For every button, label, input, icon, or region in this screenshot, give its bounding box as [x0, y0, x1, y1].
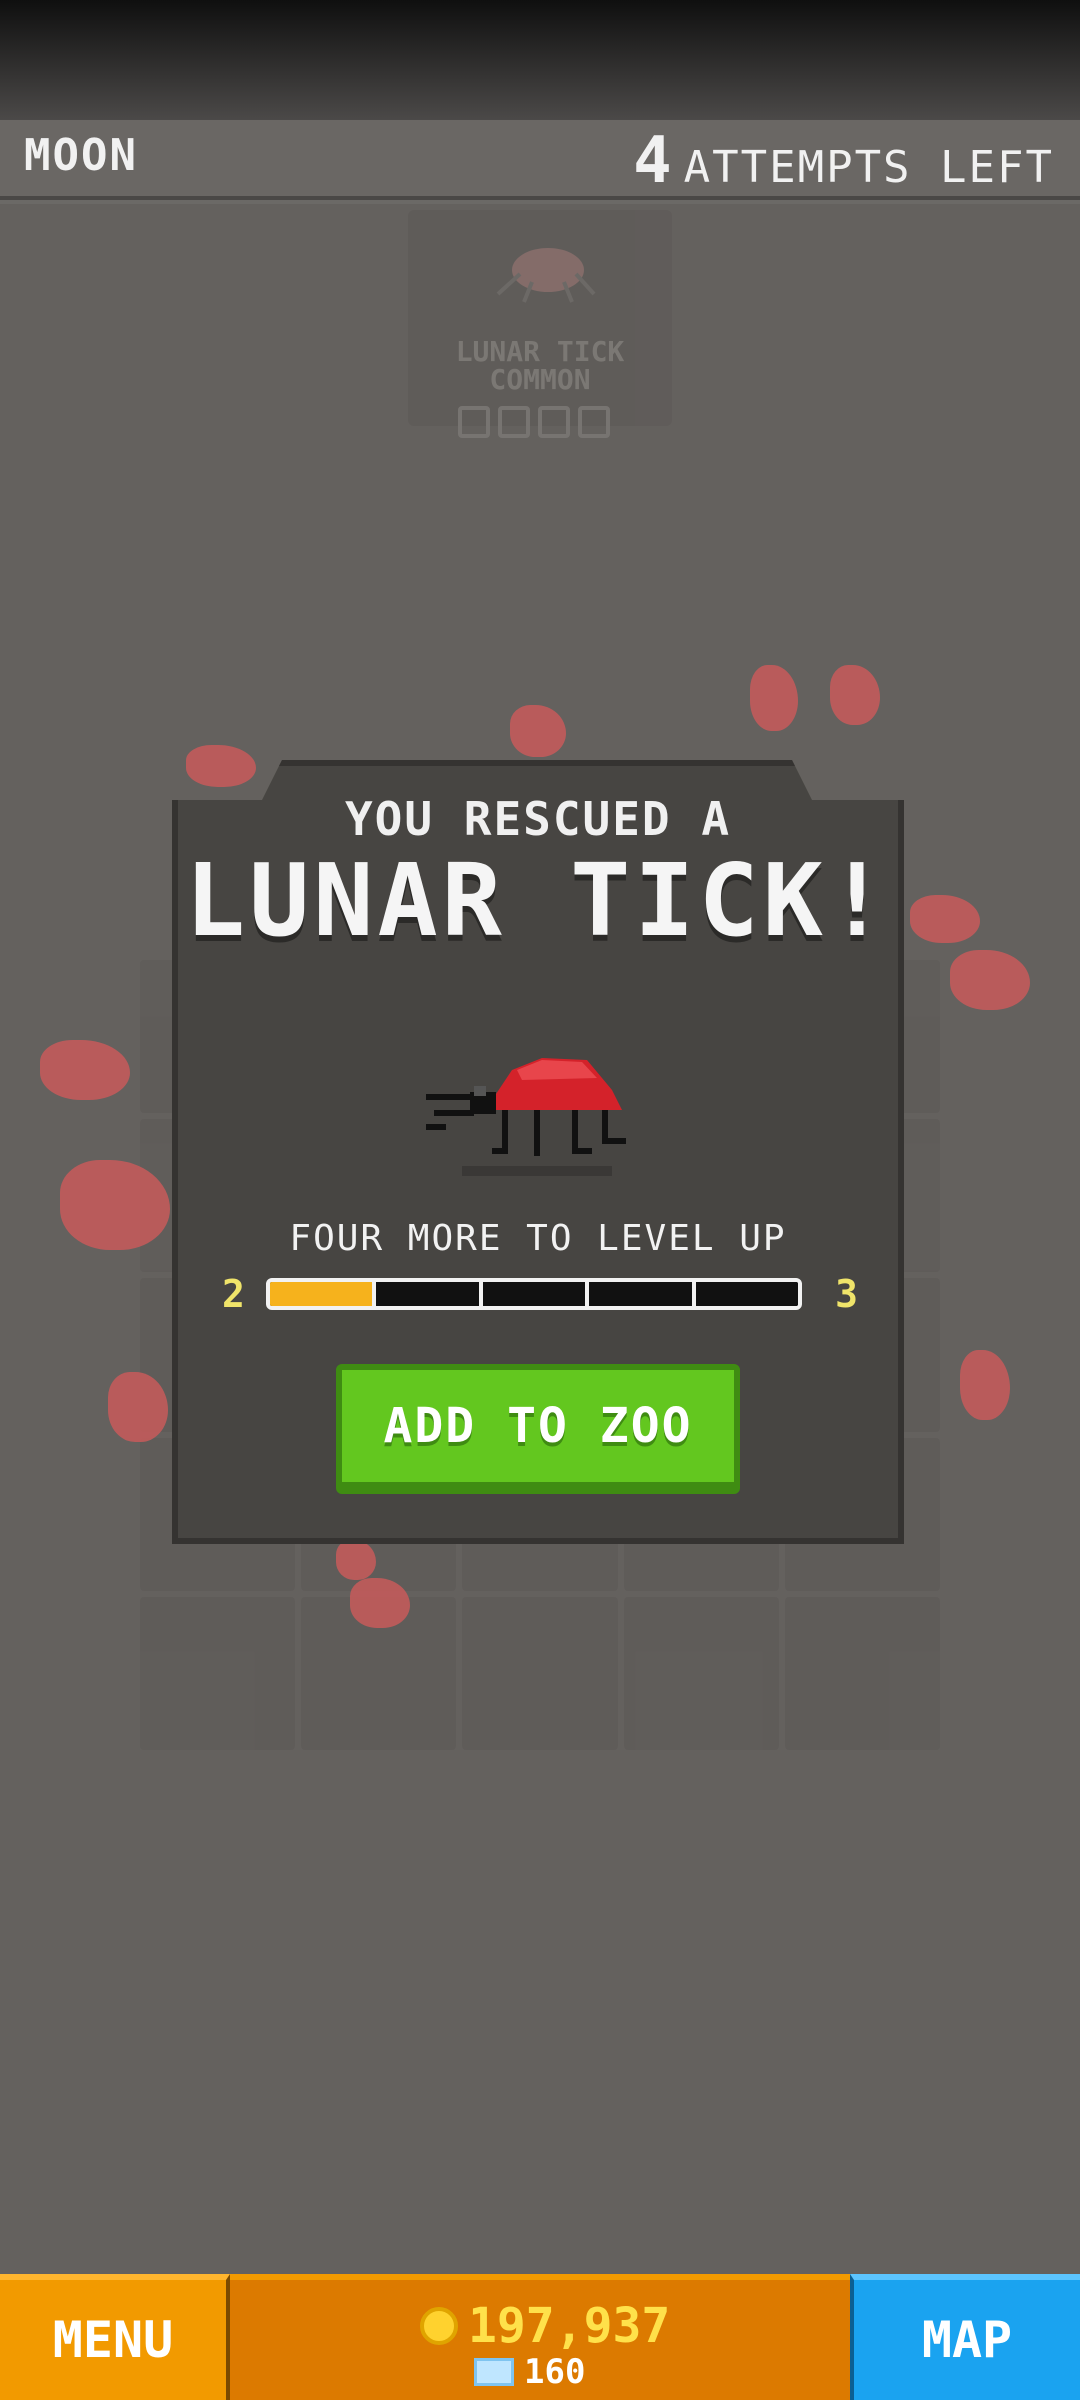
progress-segment	[270, 1282, 377, 1306]
confetti-splat	[336, 1540, 376, 1580]
map-button[interactable]: MAP	[850, 2274, 1080, 2400]
current-level: 2	[222, 1272, 245, 1316]
coins-value: 197,937	[468, 2298, 671, 2354]
attempts-label: ATTEMPTS LEFT	[683, 142, 1054, 193]
ghost-name-text: LUNAR TICK	[455, 335, 625, 368]
background-animal-card: LUNAR TICK COMMON	[408, 210, 672, 438]
bottom-bar: MENU 197,937 160 MAP	[0, 2274, 1080, 2400]
confetti-splat	[910, 895, 980, 943]
coins-display: 197,937	[420, 2298, 670, 2354]
progress-segment	[376, 1282, 483, 1306]
gems-display: 160	[474, 2352, 585, 2392]
next-level: 3	[835, 1272, 858, 1316]
ghost-rarity-text: COMMON	[489, 363, 591, 396]
status-bar	[0, 0, 1080, 120]
attempts-count: 4	[633, 124, 672, 198]
background-animal-name: LUNAR TICK COMMON	[408, 338, 672, 394]
currency-display: 197,937 160	[230, 2274, 850, 2400]
lunar-tick-icon	[426, 1058, 626, 1176]
ghost-progress-dots	[458, 406, 610, 438]
gems-value: 160	[524, 2352, 586, 2392]
ghost-tick-icon	[496, 248, 596, 303]
rescue-modal-content: YOU RESCUED A LUNAR TICK! FOUR MORE TO L…	[172, 760, 904, 1544]
top-bar: MOON 4 ATTEMPTS LEFT	[0, 120, 1080, 200]
rescue-headline: YOU RESCUED A	[344, 792, 732, 846]
level-progress-bar	[266, 1278, 802, 1310]
confetti-splat	[350, 1578, 410, 1628]
progress-segment	[695, 1282, 798, 1306]
menu-button[interactable]: MENU	[0, 2274, 230, 2400]
progress-segment	[589, 1282, 696, 1306]
coin-icon	[420, 2307, 458, 2345]
add-to-zoo-button[interactable]: ADD TO ZOO	[336, 1364, 740, 1494]
location-label: MOON	[24, 130, 138, 181]
level-progress-row: 2 3	[222, 1272, 858, 1320]
attempts-counter: 4 ATTEMPTS LEFT	[633, 124, 1054, 198]
progress-segment	[482, 1282, 590, 1306]
rescued-animal-name: LUNAR TICK!	[184, 842, 892, 959]
gem-icon	[474, 2358, 514, 2386]
level-up-text: FOUR MORE TO LEVEL UP	[289, 1218, 787, 1259]
